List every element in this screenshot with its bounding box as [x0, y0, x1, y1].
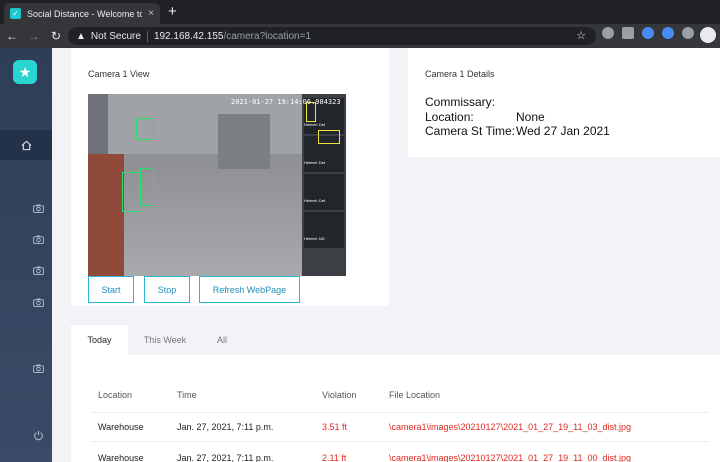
- detail-label-camera-start-time: Camera St Time:: [425, 124, 516, 138]
- thumbnail-label: Helmet: Det: [304, 198, 326, 203]
- detection-box: [136, 118, 154, 140]
- helmet-box: [318, 130, 340, 144]
- camera-icon: [32, 266, 44, 275]
- power-icon: [33, 430, 43, 440]
- detail-label-location: Location:: [425, 110, 474, 124]
- violations-table: Location Time Violation File Location Wa…: [91, 375, 709, 462]
- sidebar-item-camera-5[interactable]: [32, 362, 44, 374]
- column-header-file-location: File Location: [389, 390, 441, 400]
- tab-this-week[interactable]: This Week: [134, 325, 196, 355]
- extensions-puzzle-icon[interactable]: [682, 27, 694, 39]
- stop-button[interactable]: Stop: [144, 276, 190, 303]
- home-icon: [21, 140, 31, 150]
- sidebar-item-camera-4[interactable]: [32, 296, 44, 308]
- omnibox-divider: [146, 30, 148, 42]
- extensions-row: [602, 27, 694, 39]
- table-row-2-file-location[interactable]: \camera1\images\20210127\2021_01_27_19_1…: [389, 453, 631, 462]
- table-row-2-violation: 2.11 ft: [322, 453, 347, 462]
- camera-icon: [32, 235, 44, 244]
- table-row-1-file-location[interactable]: \camera1\images\20210127\2021_01_27_19_1…: [389, 422, 631, 432]
- feed-door: [218, 114, 270, 169]
- address-bar[interactable]: ▲ Not Secure 192.168.42.155/camera?locat…: [68, 27, 596, 45]
- table-row-1-violation: 3.51 ft: [322, 422, 348, 432]
- camera-feed: Helmet: Det Helmet: Det Helmet: Det Helm…: [88, 94, 346, 276]
- column-header-violation: Violation: [322, 390, 357, 400]
- url-path: /camera?location=1: [223, 30, 312, 42]
- reload-icon[interactable]: ↻: [46, 29, 66, 43]
- warning-icon: ▲: [76, 30, 86, 42]
- column-header-location: Location: [98, 390, 133, 400]
- sidebar-item-home[interactable]: [0, 130, 52, 160]
- camera-icon: [32, 204, 44, 213]
- sidebar-item-camera-1[interactable]: [32, 202, 44, 214]
- table-divider: [91, 412, 709, 413]
- not-secure-label: Not Secure: [90, 30, 141, 42]
- profile-avatar[interactable]: [700, 27, 716, 43]
- refresh-webpage-button[interactable]: Refresh WebPage: [199, 276, 300, 303]
- table-row-2-location: Warehouse: [98, 453, 144, 462]
- table-row-1-time: Jan. 27, 2021, 7:11 p.m.: [177, 422, 274, 432]
- detail-label-commissary: Commissary:: [425, 95, 496, 109]
- detail-value-camera-start-time: Wed 27 Jan 2021: [516, 124, 610, 138]
- feed-rack: [88, 154, 124, 276]
- thumbnail-label: Helmet: Det: [304, 122, 326, 127]
- tab-all[interactable]: All: [207, 325, 237, 355]
- detail-value-location: None: [516, 110, 545, 124]
- tab-today[interactable]: Today: [71, 325, 128, 355]
- table-divider: [91, 441, 709, 442]
- thumbnail-label: Helmet: ND: [304, 236, 325, 241]
- close-tab-icon[interactable]: ×: [148, 8, 154, 19]
- new-tab-icon[interactable]: +: [168, 3, 177, 20]
- feed-thumbnail: [304, 212, 344, 248]
- time-range-tabs: Today This Week All: [71, 325, 720, 355]
- url-host: 192.168.42.155: [153, 30, 224, 42]
- sidebar-item-camera-3[interactable]: [32, 264, 44, 276]
- camera-view-title: Camera 1 View: [88, 69, 150, 79]
- camera-icon: [32, 298, 44, 307]
- table-row-2-time: Jan. 27, 2021, 7:11 p.m.: [177, 453, 274, 462]
- camera-details-card: Camera 1 Details Commissary: Location: N…: [408, 48, 720, 157]
- detection-box: [122, 172, 140, 212]
- table-row-1-location: Warehouse: [98, 422, 144, 432]
- app-logo-star-icon[interactable]: ★: [13, 60, 37, 84]
- sidebar-item-power[interactable]: [32, 429, 44, 441]
- start-button[interactable]: Start: [88, 276, 134, 303]
- extension-shield-icon[interactable]: [642, 27, 654, 39]
- tab-title: Social Distance - Welcome to: [27, 8, 143, 19]
- browser-tab-bar: ✓ Social Distance - Welcome to × +: [0, 0, 720, 24]
- feed-timestamp: 2021-01-27 19:14:06.984323: [231, 98, 341, 106]
- back-icon[interactable]: ←: [2, 29, 22, 43]
- camera-details-title: Camera 1 Details: [425, 69, 495, 79]
- feed-thumbnail: [304, 174, 344, 210]
- bookmark-star-icon[interactable]: ☆: [576, 29, 586, 42]
- sidebar-item-camera-2[interactable]: [32, 233, 44, 245]
- detection-box: [140, 168, 154, 206]
- sidebar: ★: [0, 48, 52, 462]
- site-favicon-icon: ✓: [10, 8, 21, 19]
- thumbnail-label: Helmet: Det: [304, 160, 326, 165]
- browser-tab[interactable]: ✓ Social Distance - Welcome to ×: [4, 3, 160, 24]
- forward-icon[interactable]: →: [24, 29, 44, 43]
- column-header-time: Time: [177, 390, 197, 400]
- extension-circle-icon[interactable]: [602, 27, 614, 39]
- extension-gear-icon[interactable]: [662, 27, 674, 39]
- extension-square-icon[interactable]: [622, 27, 634, 39]
- camera-icon: [32, 364, 44, 373]
- camera-view-card: Camera 1 View Helmet: Det Helmet: Det He…: [71, 48, 389, 306]
- violations-table-card: Location Time Violation File Location Wa…: [71, 355, 720, 462]
